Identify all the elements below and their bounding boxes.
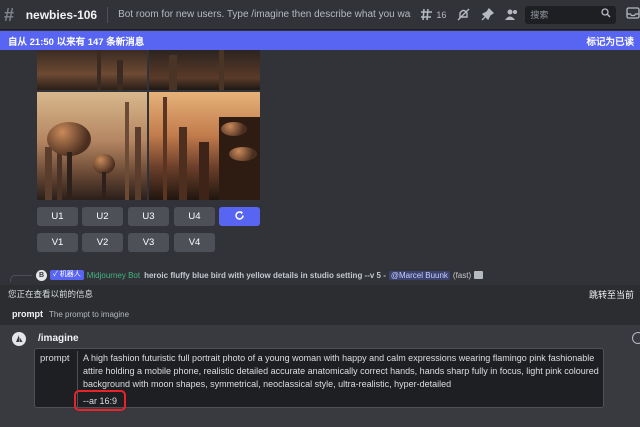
new-messages-bar[interactable]: 自从 21:50 以来有 147 条新消息 标记为已读 (0, 31, 640, 50)
prompt-text[interactable]: A high fashion futuristic full portrait … (83, 352, 601, 391)
header-divider (107, 6, 109, 23)
speed-label: (fast) (452, 270, 472, 280)
channel-name: newbies-106 (25, 7, 98, 22)
bot-username[interactable]: Midjourney Bot (87, 271, 140, 280)
upscale-3-button[interactable]: U3 (128, 207, 169, 226)
upscale-4-button[interactable]: U4 (174, 207, 215, 226)
older-messages-text: 您正在查看以前的信息 (8, 289, 94, 299)
bot-avatar[interactable]: B (36, 269, 47, 281)
generated-image-2[interactable] (149, 50, 260, 90)
members-icon[interactable] (505, 8, 519, 21)
mark-as-read-button[interactable]: 标记为已读 (586, 34, 634, 48)
header-toolbar: 16 (421, 8, 519, 22)
older-messages-bar: 您正在查看以前的信息 跳转至当前 (0, 285, 640, 303)
upscale-2-button[interactable]: U2 (82, 207, 123, 226)
aspect-ratio-parameter[interactable]: --ar 16:9 (74, 390, 126, 411)
channel-topic[interactable]: Bot room for new users. Type /imagine th… (118, 9, 411, 20)
generated-image-4[interactable] (149, 92, 260, 200)
generated-image-1[interactable] (37, 50, 147, 90)
mute-icon[interactable] (457, 8, 470, 21)
refresh-icon (234, 210, 245, 224)
variation-2-button[interactable]: V2 (82, 233, 123, 252)
variation-3-button[interactable]: V3 (128, 233, 169, 252)
prompt-option-label: prompt (40, 353, 70, 364)
option-name: prompt (12, 309, 43, 319)
option-description: The prompt to imagine (49, 309, 130, 319)
variation-1-button[interactable]: V1 (37, 233, 78, 252)
message-composer: /imagine prompt A high fashion futuristi… (0, 325, 640, 427)
new-messages-text: 自从 21:50 以来有 147 条新消息 (8, 36, 145, 48)
bot-badge: ✓ 机器人 (50, 270, 84, 280)
search-placeholder: 搜索 (530, 10, 549, 20)
image-attachment-icon (474, 271, 484, 279)
bot-message-text: heroic fluffy blue bird with yellow deta… (144, 270, 386, 280)
command-option-hint[interactable]: prompt The prompt to imagine (0, 303, 640, 325)
bot-message: B ✓ 机器人 Midjourney Bot heroic fluffy blu… (10, 268, 530, 282)
emoji-icon[interactable] (632, 332, 640, 344)
reroll-button[interactable] (219, 207, 260, 226)
midjourney-app-icon (12, 332, 26, 346)
variation-4-button[interactable]: V4 (174, 233, 215, 252)
threads-icon[interactable]: 16 (421, 8, 446, 22)
jump-to-present-button[interactable]: 跳转至当前 (589, 288, 634, 301)
search-input[interactable]: 搜索 (525, 5, 617, 24)
channel-hash-icon: # (4, 4, 15, 25)
upscale-1-button[interactable]: U1 (37, 207, 78, 226)
generated-image-3[interactable] (37, 92, 147, 200)
search-icon (601, 8, 611, 21)
reply-connector (10, 274, 32, 282)
channel-header: # newbies-106 Bot room for new users. Ty… (0, 0, 640, 30)
user-mention[interactable]: @Marcel Buunk (388, 270, 450, 280)
slash-command-name: /imagine (38, 333, 79, 344)
pin-icon[interactable] (481, 8, 495, 21)
inbox-icon[interactable] (626, 6, 640, 23)
thread-count: 16 (436, 9, 447, 20)
